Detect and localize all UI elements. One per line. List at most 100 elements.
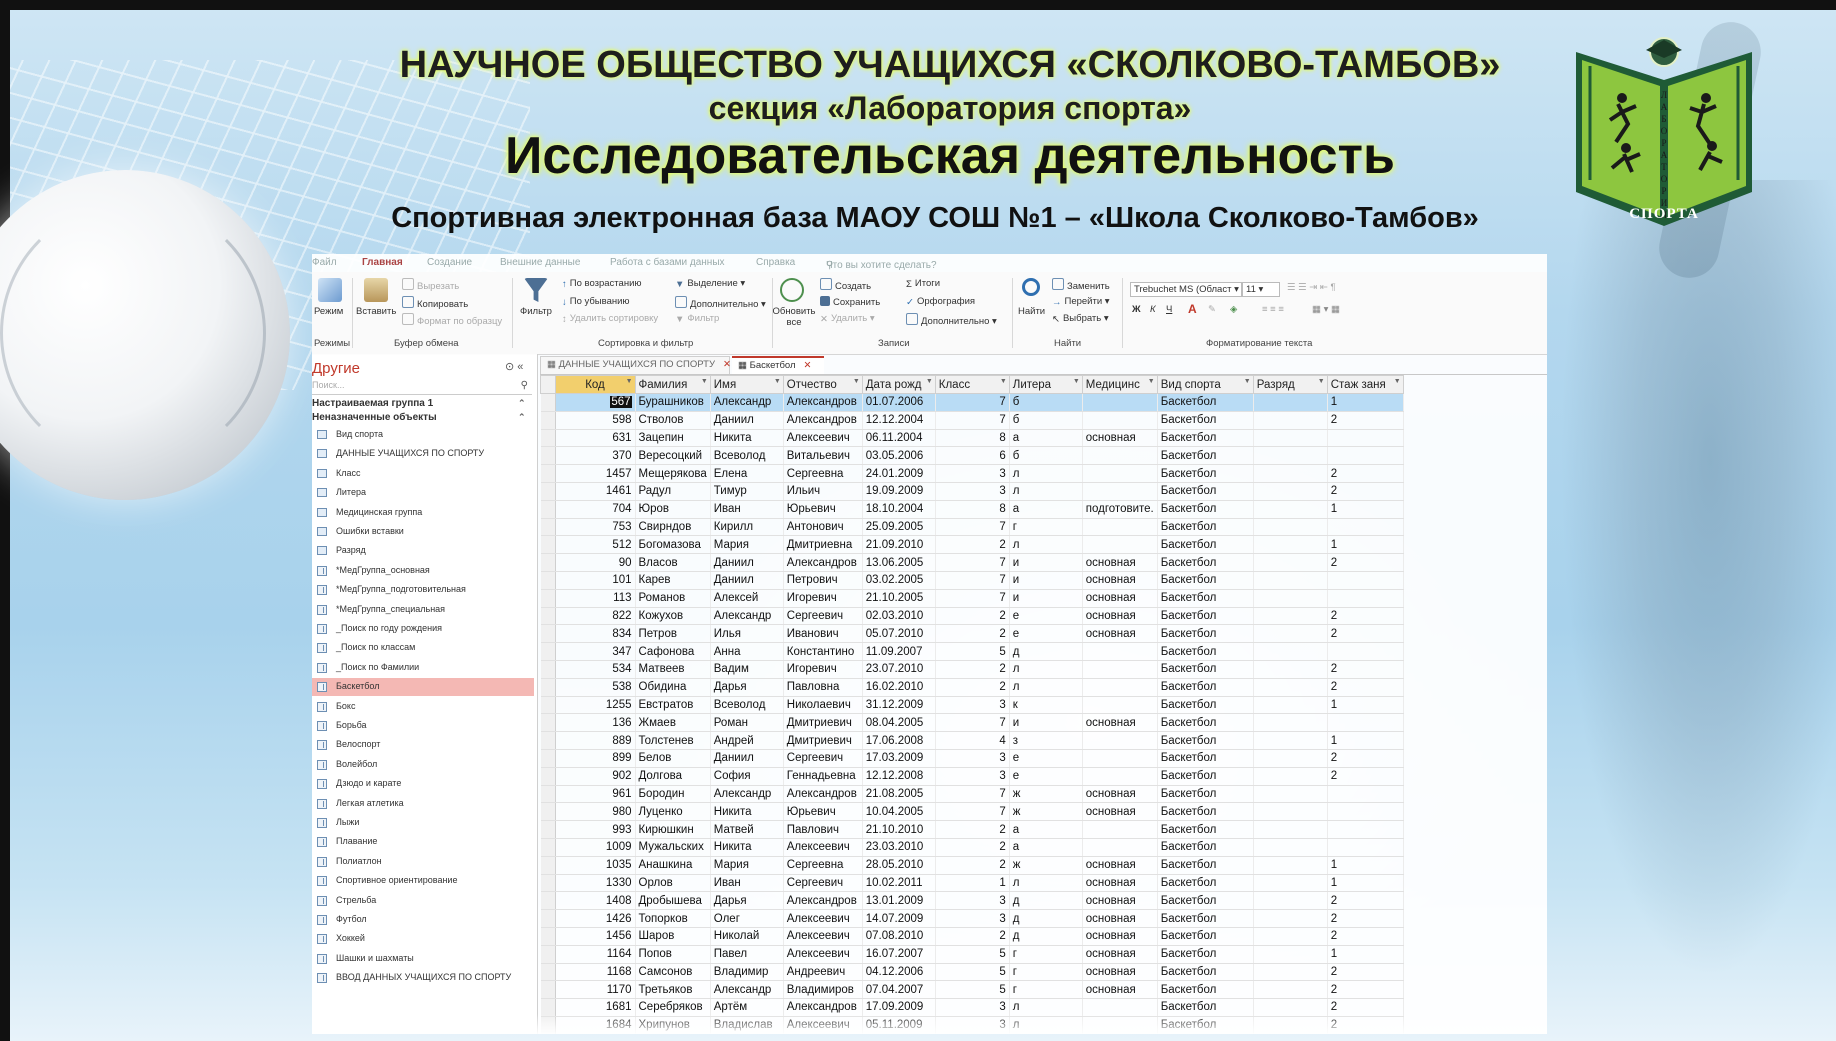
nav-item[interactable]: Литера xyxy=(312,484,534,502)
table-cell[interactable]: Баскетбол xyxy=(1157,464,1254,483)
table-cell[interactable]: Мещерякова xyxy=(635,464,711,483)
table-cell[interactable]: 2 xyxy=(1327,927,1404,946)
column-header[interactable]: Медицинс ▼ xyxy=(1081,375,1158,394)
table-row[interactable]: 980 Луценко Никита Юрьевич 10.04.2005 7 ж основ… xyxy=(540,802,1404,822)
table-cell[interactable] xyxy=(1253,820,1328,839)
table-cell[interactable]: 1168 xyxy=(555,963,636,982)
table-cell[interactable]: б xyxy=(1009,411,1083,430)
table-cell[interactable]: 2 xyxy=(1327,678,1404,697)
row-selector[interactable] xyxy=(540,785,556,804)
table-cell[interactable]: 822 xyxy=(555,607,636,626)
table-cell[interactable]: 2 xyxy=(1327,963,1404,982)
table-row[interactable]: 1170 Третьяков Александр Владимиров 07.04.20… xyxy=(540,980,1404,1000)
totals-button[interactable]: Σ Итоги xyxy=(906,278,940,290)
column-header[interactable]: Класс ▼ xyxy=(934,375,1010,394)
table-cell[interactable]: Орлов xyxy=(635,874,711,893)
table-cell[interactable]: 17.03.2009 xyxy=(862,749,936,768)
table-cell[interactable]: Николаевич xyxy=(783,696,863,715)
table-cell[interactable]: Баскетбол xyxy=(1157,624,1254,644)
table-cell[interactable]: г xyxy=(1009,963,1083,982)
tab-file[interactable]: Файл xyxy=(312,257,337,268)
table-row[interactable]: 136 Жмаев Роман Дмитриевич 08.04.2005 7 и основ… xyxy=(540,713,1404,733)
table-cell[interactable]: Антонович xyxy=(783,518,863,537)
table-cell[interactable]: 21.10.2005 xyxy=(862,589,936,608)
table-cell[interactable]: Александров xyxy=(783,393,863,412)
nav-item[interactable]: Борьба xyxy=(312,717,534,735)
close-icon[interactable]: ✕ xyxy=(723,359,731,370)
table-cell[interactable]: е xyxy=(1009,607,1083,626)
table-cell[interactable]: 1009 xyxy=(555,838,636,857)
doc-tab-student-data[interactable]: ▦ ДАННЫЕ УЧАЩИХСЯ ПО СПОРТУ ✕ xyxy=(540,356,731,374)
table-cell[interactable] xyxy=(1327,713,1404,733)
table-row[interactable]: 567 Бурашников Александр Александров 01.07.2… xyxy=(540,393,1404,412)
row-selector[interactable] xyxy=(540,571,556,590)
nav-item[interactable]: Ошибки вставки xyxy=(312,523,534,541)
table-cell[interactable]: 2 xyxy=(1327,553,1404,572)
table-cell[interactable]: 347 xyxy=(555,642,636,661)
table-cell[interactable]: Дмитриевна xyxy=(783,535,863,555)
table-cell[interactable]: 113 xyxy=(555,589,636,608)
bold-button[interactable]: Ж xyxy=(1132,304,1141,315)
table-cell[interactable]: Баскетбол xyxy=(1157,500,1254,519)
table-cell[interactable]: 2 xyxy=(1327,767,1404,786)
table-cell[interactable]: д xyxy=(1009,642,1083,661)
table-cell[interactable] xyxy=(1253,802,1328,822)
table-cell[interactable]: Роман xyxy=(710,713,784,733)
column-dropdown-icon[interactable]: ▼ xyxy=(1000,378,1007,385)
tab-database-tools[interactable]: Работа с базами данных xyxy=(610,257,725,268)
table-cell[interactable] xyxy=(1253,464,1328,483)
table-cell[interactable] xyxy=(1253,571,1328,590)
table-cell[interactable]: а xyxy=(1009,838,1083,857)
table-cell[interactable]: 2 xyxy=(1327,660,1404,679)
nav-group-unassigned[interactable]: Неназначенные объекты ⌃ xyxy=(312,412,526,423)
table-cell[interactable]: 1 xyxy=(1327,696,1404,715)
table-cell[interactable]: 01.07.2006 xyxy=(862,393,936,412)
column-header[interactable]: Вид спорта ▼ xyxy=(1156,375,1254,394)
table-cell[interactable] xyxy=(1082,838,1158,857)
table-cell[interactable]: Баскетбол xyxy=(1157,446,1254,466)
table-cell[interactable]: 902 xyxy=(555,767,636,786)
row-selector[interactable] xyxy=(540,838,556,857)
table-cell[interactable]: 28.05.2010 xyxy=(862,856,936,875)
table-cell[interactable] xyxy=(1253,945,1328,964)
table-cell[interactable]: к xyxy=(1009,696,1083,715)
table-cell[interactable] xyxy=(1253,607,1328,626)
table-cell[interactable]: Баскетбол xyxy=(1157,535,1254,555)
nav-search-input[interactable]: Поиск... ⚲ xyxy=(312,380,532,395)
nav-item[interactable]: Спортивное ориентирование xyxy=(312,872,534,890)
table-cell[interactable] xyxy=(1253,624,1328,644)
table-row[interactable]: 1426 Топорков Олег Алексеевич 14.07.2009 3 д ос… xyxy=(540,909,1404,928)
nav-item[interactable]: Полиатлон xyxy=(312,853,534,871)
table-cell[interactable]: 19.09.2009 xyxy=(862,482,936,501)
table-cell[interactable] xyxy=(1253,927,1328,946)
table-cell[interactable]: 2 xyxy=(935,607,1010,626)
table-cell[interactable]: 631 xyxy=(555,429,636,448)
table-cell[interactable]: 13.01.2009 xyxy=(862,891,936,911)
tab-external-data[interactable]: Внешние данные xyxy=(500,257,580,268)
highlight-icon[interactable]: ✎ xyxy=(1208,304,1216,315)
row-selector[interactable] xyxy=(540,642,556,661)
column-header[interactable]: Разряд ▼ xyxy=(1252,375,1328,394)
table-row[interactable]: 534 Матвеев Вадим Игоревич 23.07.2010 2 л Баске… xyxy=(540,660,1404,679)
table-cell[interactable]: Сергеевич xyxy=(783,874,863,893)
table-cell[interactable]: Игоревич xyxy=(783,589,863,608)
table-cell[interactable]: 567 xyxy=(555,393,636,412)
table-row[interactable]: 631 Зацепин Никита Алексеевич 06.11.2004 8 а ос… xyxy=(540,429,1404,448)
table-cell[interactable]: 18.10.2004 xyxy=(862,500,936,519)
nav-item[interactable]: Класс xyxy=(312,465,534,483)
table-cell[interactable]: 3 xyxy=(935,891,1010,911)
table-cell[interactable] xyxy=(1253,535,1328,555)
table-cell[interactable]: Владимир xyxy=(710,963,784,982)
nav-item[interactable]: Баскетбол xyxy=(312,678,534,697)
table-cell[interactable]: Александров xyxy=(783,891,863,911)
table-cell[interactable]: 1164 xyxy=(555,945,636,964)
table-cell[interactable]: 1457 xyxy=(555,464,636,483)
search-icon[interactable]: ⚲ xyxy=(521,380,528,391)
table-cell[interactable]: Баскетбол xyxy=(1157,820,1254,839)
table-cell[interactable]: 2 xyxy=(935,856,1010,875)
table-cell[interactable]: Матвеев xyxy=(635,660,711,679)
table-cell[interactable]: Дмитриевич xyxy=(783,731,863,750)
table-cell[interactable]: Всеволод xyxy=(710,696,784,715)
table-cell[interactable] xyxy=(1253,749,1328,768)
table-cell[interactable]: 3 xyxy=(935,482,1010,501)
